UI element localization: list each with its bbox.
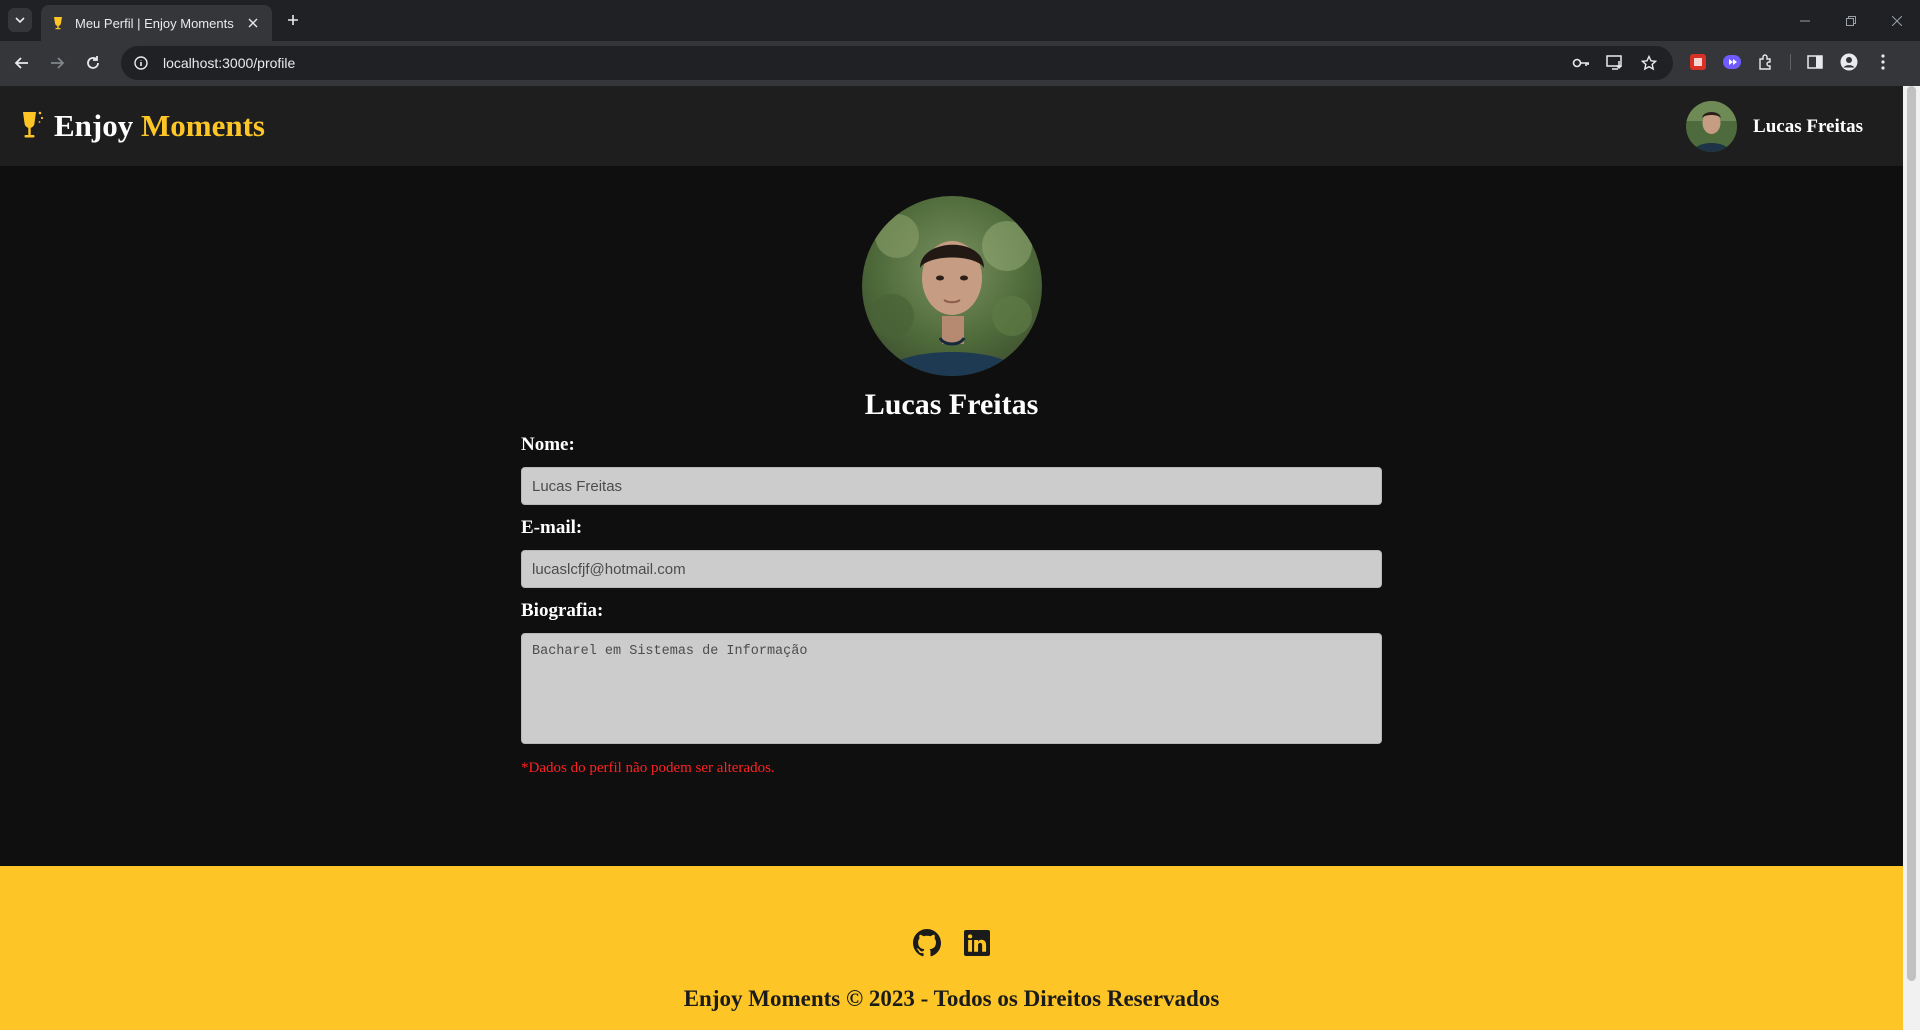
browser-tab-strip: Meu Perfil | Enjoy Moments (0, 0, 1920, 41)
email-field[interactable] (521, 550, 1382, 588)
extension-red-icon[interactable] (1688, 52, 1708, 72)
plus-icon (288, 15, 298, 25)
tab-search-button[interactable] (8, 8, 32, 32)
reload-icon (87, 56, 99, 69)
profile-icon[interactable] (1839, 52, 1859, 72)
reload-button[interactable] (80, 50, 106, 76)
window-controls (1782, 0, 1920, 41)
arrow-right-icon (51, 57, 65, 69)
side-panel-icon[interactable] (1805, 52, 1825, 72)
chevron-down-icon (15, 17, 25, 24)
social-links (0, 929, 1903, 957)
key-icon[interactable] (1571, 53, 1591, 73)
browser-toolbar: localhost:3000/profile (0, 41, 1920, 86)
arrow-left-icon (14, 57, 28, 69)
bookmark-star-icon[interactable] (1639, 53, 1659, 73)
omnibox-actions (1571, 53, 1659, 73)
profile-name: Lucas Freitas (864, 388, 1039, 421)
address-bar[interactable]: localhost:3000/profile (121, 46, 1673, 80)
favicon-icon (51, 16, 65, 30)
site-info-icon[interactable] (133, 55, 149, 71)
page-scrollbar[interactable] (1903, 86, 1920, 1030)
site-footer: Enjoy Moments © 2023 - Todos os Direitos… (0, 866, 1903, 1030)
url-text: localhost:3000/profile (163, 55, 296, 71)
browser-tab[interactable]: Meu Perfil | Enjoy Moments (41, 5, 272, 41)
readonly-notice: *Dados do perfil não podem ser alterados… (521, 760, 775, 776)
page-content: Enjoy Moments Lucas Freitas Lucas Freita… (0, 86, 1903, 1030)
site-header: Enjoy Moments Lucas Freitas (0, 86, 1903, 166)
bio-field[interactable]: Bacharel em Sistemas de Informação (521, 633, 1382, 744)
copyright-text: Enjoy Moments © 2023 - Todos os Direitos… (683, 986, 1220, 1011)
scrollbar-thumb[interactable] (1907, 86, 1916, 981)
minimize-button[interactable] (1782, 0, 1828, 41)
restore-button[interactable] (1828, 0, 1874, 41)
close-tab-icon[interactable] (244, 14, 262, 32)
puzzle-icon[interactable] (1756, 52, 1776, 72)
new-tab-button[interactable] (281, 8, 305, 32)
bio-label: Biografia: (521, 600, 604, 621)
tab-title: Meu Perfil | Enjoy Moments (75, 15, 234, 31)
header-user-name: Lucas Freitas (1753, 115, 1863, 137)
toolbar-separator (1790, 54, 1791, 70)
wine-glass-icon (23, 111, 44, 138)
close-window-button[interactable] (1874, 0, 1920, 41)
name-field[interactable] (521, 467, 1382, 505)
back-button[interactable] (9, 50, 35, 76)
restore-icon (1846, 15, 1856, 26)
close-icon (1892, 15, 1902, 26)
logo-accent: Moments (141, 108, 265, 143)
profile-card: Lucas Freitas Nome: E-mail: Biografia: B… (521, 196, 1382, 777)
logo-text: Enjoy Moments (54, 108, 265, 144)
extension-purple-icon[interactable] (1722, 52, 1742, 72)
github-icon[interactable] (912, 929, 941, 957)
logo-main: Enjoy (54, 108, 134, 143)
more-menu-icon[interactable] (1873, 52, 1893, 72)
profile-avatar (861, 196, 1042, 376)
minimize-icon (1800, 20, 1810, 21)
site-logo[interactable]: Enjoy Moments (20, 108, 265, 144)
install-app-icon[interactable] (1605, 53, 1625, 73)
header-avatar (1686, 101, 1738, 152)
email-label: E-mail: (521, 517, 583, 538)
name-label: Nome: (521, 434, 575, 455)
forward-button[interactable] (44, 50, 70, 76)
user-menu[interactable]: Lucas Freitas (1686, 101, 1863, 152)
linkedin-icon[interactable] (963, 929, 991, 957)
extensions-area (1688, 52, 1893, 72)
